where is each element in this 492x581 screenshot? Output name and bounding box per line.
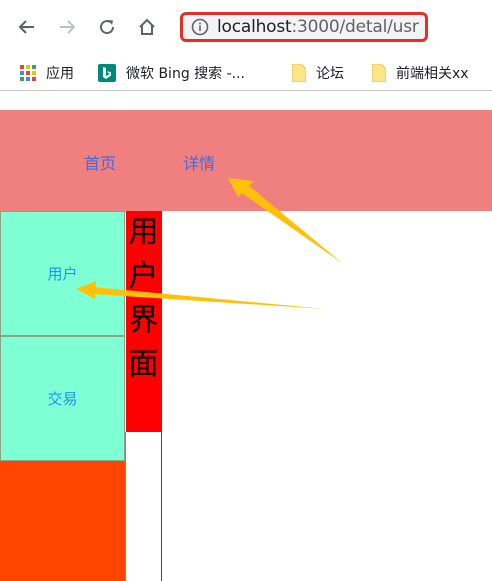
annotation-arrows <box>76 178 342 309</box>
arrow-to-detail-link <box>228 178 342 263</box>
arrow-to-user-item <box>76 281 326 309</box>
